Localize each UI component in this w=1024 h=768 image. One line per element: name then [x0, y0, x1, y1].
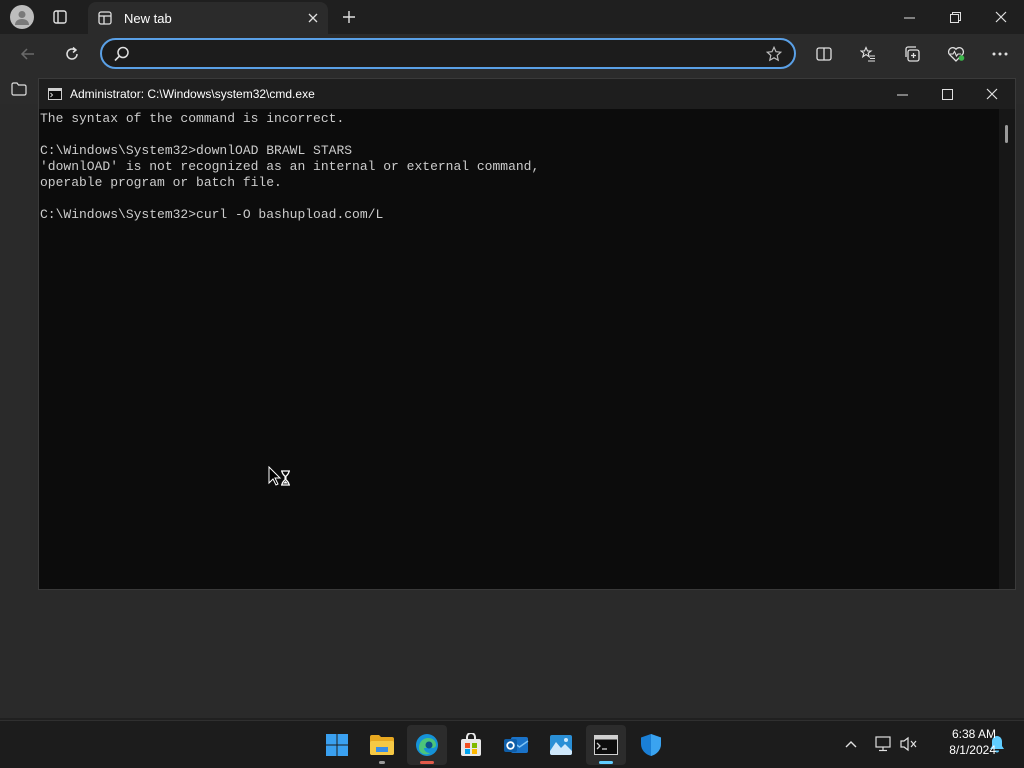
- cmd-minimize-button[interactable]: [887, 81, 917, 107]
- refresh-icon: [66, 46, 78, 60]
- scrollbar-thumb[interactable]: [1005, 125, 1008, 143]
- cmd-console-output[interactable]: The syntax of the command is incorrect.​…: [39, 109, 999, 589]
- favorites-list-icon: [860, 46, 875, 62]
- photos-icon: [550, 735, 572, 755]
- outlook-button[interactable]: [496, 725, 536, 765]
- new-tab-page-icon: [98, 11, 112, 25]
- cmd-close-button[interactable]: [977, 81, 1007, 107]
- restore-browser-button[interactable]: [940, 4, 970, 30]
- back-button[interactable]: [16, 42, 40, 66]
- cmd-app-icon: [48, 88, 62, 100]
- minimize-icon: [903, 17, 915, 18]
- close-browser-button[interactable]: [986, 4, 1016, 30]
- file-explorer-button[interactable]: [362, 725, 402, 765]
- star-icon[interactable]: [766, 45, 782, 62]
- tab-actions-icon: [53, 10, 67, 24]
- clock-time: 6:38 AM: [951, 727, 996, 741]
- refresh-button[interactable]: [60, 42, 84, 66]
- cmd-window[interactable]: Administrator: C:\Windows\system32\cmd.e…: [38, 78, 1016, 590]
- command-prompt-icon: [594, 735, 618, 755]
- collections-icon: [905, 46, 920, 62]
- volume-button[interactable]: [898, 733, 920, 755]
- cmd-scrollbar[interactable]: [999, 109, 1015, 589]
- show-hidden-icons-button[interactable]: [840, 733, 862, 755]
- windows-security-button[interactable]: [631, 725, 671, 765]
- console-line: The syntax of the command is incorrect.: [40, 111, 345, 126]
- close-icon: [986, 88, 998, 100]
- cmd-maximize-button[interactable]: [932, 81, 962, 107]
- collections-button[interactable]: [900, 42, 924, 66]
- tab-actions-button[interactable]: [48, 6, 72, 28]
- favorites-folder-button[interactable]: [10, 80, 28, 98]
- network-status-button[interactable]: [872, 733, 894, 755]
- address-bar[interactable]: [100, 38, 796, 69]
- person-icon: [15, 11, 29, 25]
- taskbar-clock[interactable]: 6:38 AM 8/1/2024: [918, 726, 996, 762]
- tab-title: New tab: [124, 10, 172, 26]
- windows-logo-icon: [326, 734, 348, 756]
- speaker-muted-icon: [900, 736, 917, 752]
- settings-and-more-button[interactable]: [988, 42, 1012, 66]
- back-arrow-icon: [20, 48, 34, 60]
- close-icon: [995, 11, 1007, 23]
- new-tab-button[interactable]: [338, 6, 360, 28]
- store-bag-icon: [461, 733, 481, 756]
- folder-icon: [370, 735, 394, 755]
- busy-cursor-icon: [268, 465, 292, 488]
- tab-new-tab[interactable]: New tab: [88, 2, 328, 34]
- maximize-icon: [941, 88, 953, 100]
- edge-browser-icon: [416, 734, 438, 756]
- split-screen-icon: [816, 47, 832, 61]
- more-dots-icon: [992, 52, 1008, 56]
- taskbar: [0, 720, 1024, 768]
- favorites-button[interactable]: [856, 42, 880, 66]
- shield-icon: [641, 734, 661, 756]
- console-line: 'downlOAD' is not recognized as an inter…: [40, 159, 540, 174]
- outlook-mail-icon: [504, 737, 529, 753]
- minimize-browser-button[interactable]: [894, 4, 924, 30]
- folder-icon: [11, 82, 27, 96]
- cmd-title-bar[interactable]: Administrator: C:\Windows\system32\cmd.e…: [39, 79, 1015, 109]
- store-button[interactable]: [451, 725, 491, 765]
- clock-date: 8/1/2024: [949, 743, 996, 757]
- minimize-icon: [896, 94, 908, 95]
- address-input[interactable]: [140, 46, 766, 61]
- browser-essentials-button[interactable]: [944, 42, 968, 66]
- restore-icon: [949, 11, 961, 23]
- cmd-window-title: Administrator: C:\Windows\system32\cmd.e…: [70, 87, 315, 101]
- photos-app-button[interactable]: [541, 725, 581, 765]
- split-screen-button[interactable]: [812, 42, 836, 66]
- console-line: C:\Windows\System32>downlOAD BRAWL STARS: [40, 143, 353, 158]
- network-monitor-icon: [875, 736, 891, 752]
- console-line: operable program or batch file.: [40, 175, 282, 190]
- edge-button[interactable]: [407, 725, 447, 765]
- start-button[interactable]: [317, 725, 357, 765]
- search-icon: [114, 46, 129, 61]
- close-tab-icon[interactable]: [308, 13, 318, 23]
- profile-avatar[interactable]: [10, 5, 34, 29]
- heart-pulse-icon: [947, 47, 965, 62]
- browser-title-bar: New tab: [0, 0, 1024, 34]
- console-line: ​: [40, 127, 999, 143]
- plus-icon: [343, 11, 355, 23]
- console-line: C:\Windows\System32>curl -O bashupload.c…: [40, 207, 384, 222]
- terminal-button[interactable]: [586, 725, 626, 765]
- console-line: ​: [40, 191, 999, 207]
- chevron-up-icon: [845, 741, 857, 748]
